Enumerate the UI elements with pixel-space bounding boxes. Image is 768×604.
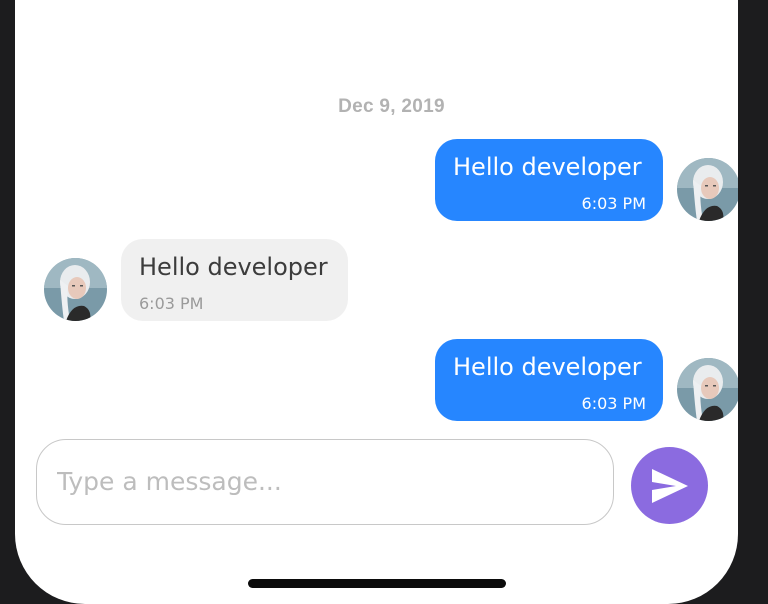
- message-text: Hello developer: [453, 353, 642, 381]
- home-indicator: [248, 579, 506, 588]
- message-bubble-outgoing[interactable]: Hello developer 6:03 PM: [435, 139, 663, 221]
- avatar[interactable]: [677, 158, 738, 221]
- message-composer: [36, 439, 614, 525]
- message-time: 6:03 PM: [581, 394, 646, 413]
- message-time: 6:03 PM: [139, 294, 204, 313]
- message-text: Hello developer: [139, 253, 328, 281]
- avatar[interactable]: [44, 258, 107, 321]
- message-bubble-incoming[interactable]: Hello developer 6:03 PM: [121, 239, 348, 321]
- message-input[interactable]: [55, 460, 599, 502]
- send-icon: [652, 469, 688, 503]
- message-bubble-outgoing[interactable]: Hello developer 6:03 PM: [435, 339, 663, 421]
- message-text: Hello developer: [453, 153, 642, 181]
- message-time: 6:03 PM: [581, 194, 646, 213]
- send-button[interactable]: [631, 447, 708, 524]
- avatar[interactable]: [677, 358, 738, 421]
- date-separator: Dec 9, 2019: [338, 96, 445, 117]
